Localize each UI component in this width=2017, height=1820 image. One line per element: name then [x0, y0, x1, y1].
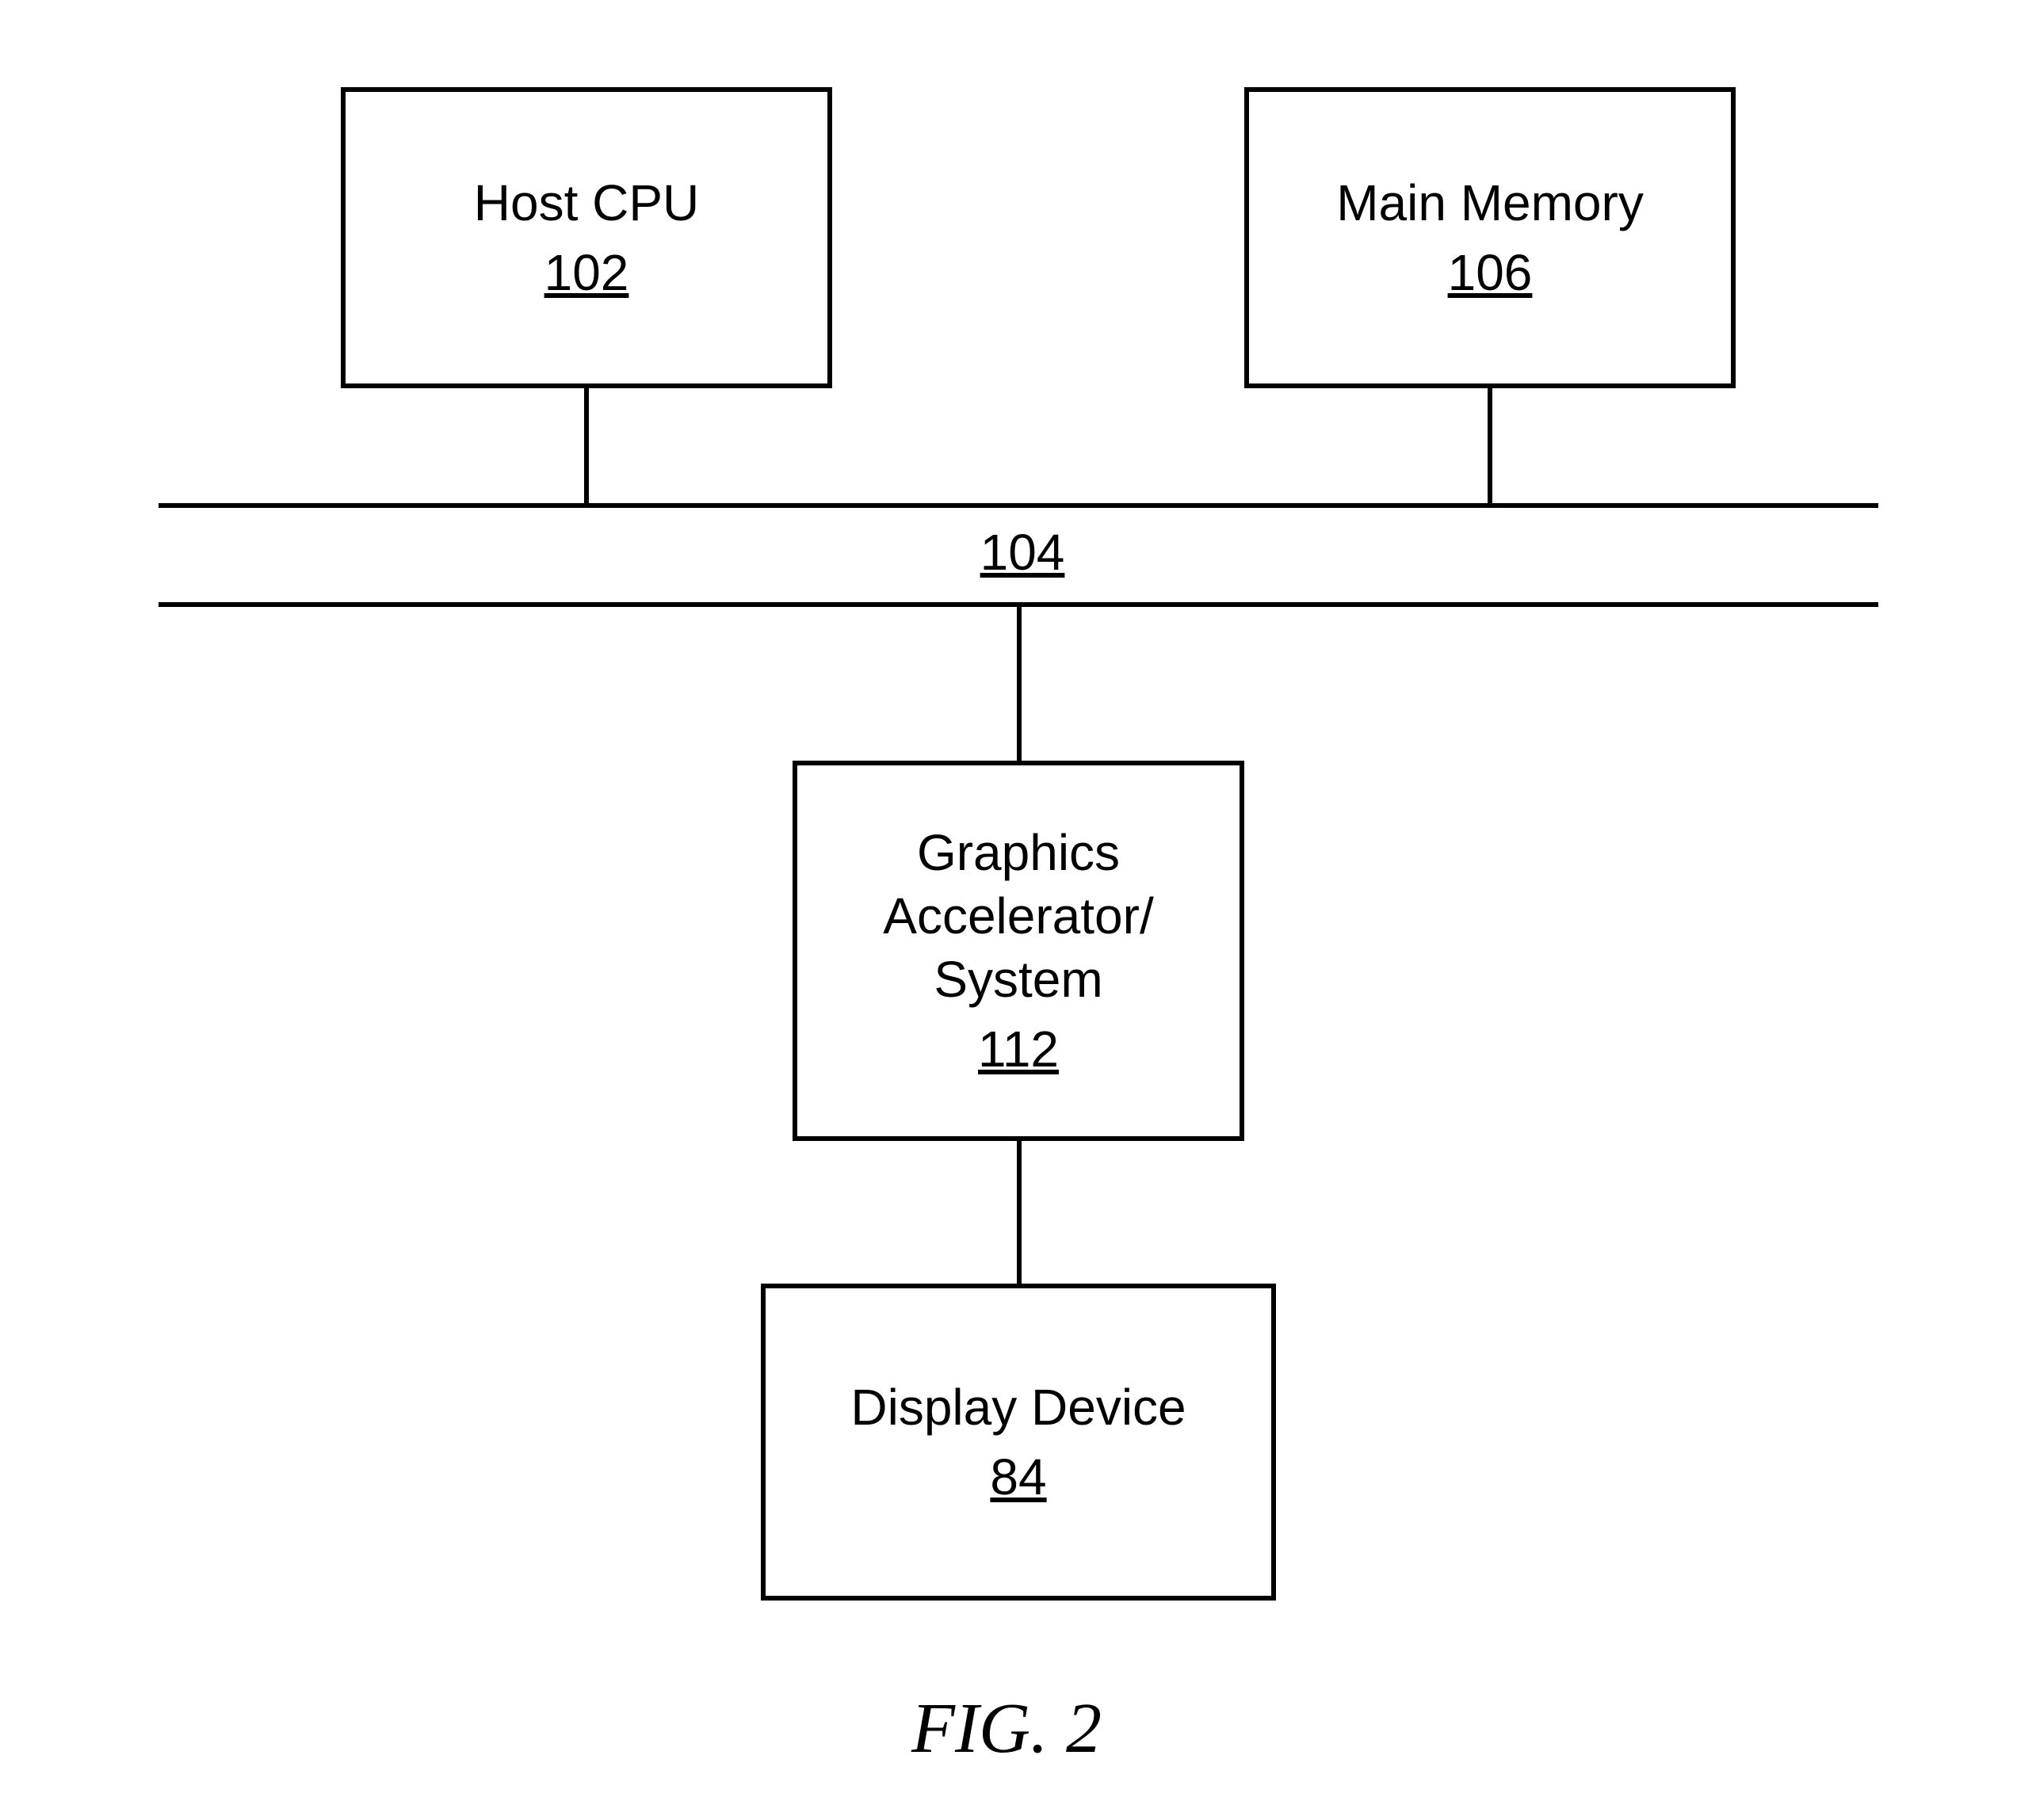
connector-cpu-to-bus — [584, 388, 589, 503]
bus-ref: 104 — [975, 523, 1070, 582]
block-graphics-ref: 112 — [978, 1017, 1059, 1081]
block-graphics-label: Graphics Accelerator/ System — [883, 821, 1153, 1011]
block-main-memory: Main Memory 106 — [1244, 87, 1736, 388]
block-display-label: Display Device — [850, 1375, 1186, 1439]
connector-bus-to-graphics — [1017, 607, 1022, 761]
connector-memory-to-bus — [1488, 388, 1492, 503]
block-graphics-accelerator: Graphics Accelerator/ System 112 — [793, 761, 1244, 1141]
connector-graphics-to-display — [1017, 1141, 1022, 1284]
block-host-cpu: Host CPU 102 — [341, 87, 832, 388]
block-display-ref: 84 — [990, 1445, 1046, 1509]
figure-caption: FIG. 2 — [911, 1688, 1102, 1769]
block-main-memory-label: Main Memory — [1336, 171, 1644, 235]
block-display-device: Display Device 84 — [761, 1284, 1276, 1601]
bus-top-line — [159, 503, 1878, 508]
block-host-cpu-ref: 102 — [544, 241, 629, 304]
block-main-memory-ref: 106 — [1448, 241, 1533, 304]
block-diagram: Host CPU 102 Main Memory 106 104 Graphic… — [0, 0, 2017, 1820]
block-host-cpu-label: Host CPU — [474, 171, 700, 235]
